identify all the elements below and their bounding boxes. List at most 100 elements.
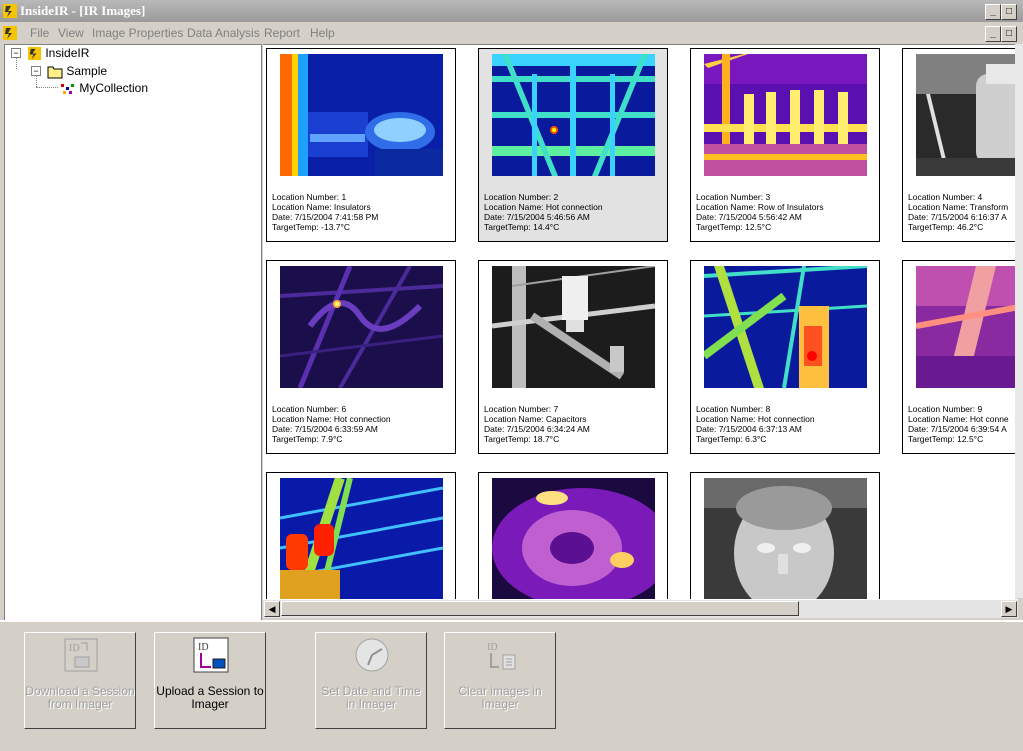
location-name: Hot connection xyxy=(545,202,603,212)
set-date-time-label: Set Date and Time in Imager xyxy=(321,684,421,711)
image-card[interactable]: Location Number: 4 Location Name: Transf… xyxy=(902,48,1015,242)
thermal-thumbnail[interactable] xyxy=(916,54,1015,176)
thermal-thumbnail[interactable] xyxy=(704,478,867,599)
image-info: Location Number: 6 Location Name: Hot co… xyxy=(272,404,391,444)
folder-icon xyxy=(47,66,63,79)
scroll-left-button[interactable]: ◀ xyxy=(264,601,280,617)
document-icon[interactable] xyxy=(2,25,18,41)
collapse-toggle-root[interactable]: − xyxy=(11,48,21,58)
location-name: Transform xyxy=(969,202,1009,212)
thermal-thumbnail[interactable] xyxy=(492,54,655,176)
clear-images-label: Clear images in Imager xyxy=(458,684,542,711)
thermal-thumbnail[interactable] xyxy=(704,54,867,176)
label-number: Location Number: xyxy=(272,192,342,202)
vertical-scrollbar[interactable] xyxy=(1015,44,1023,598)
set-date-time-button[interactable]: Set Date and Time in Imager xyxy=(315,632,427,729)
location-number: 9 xyxy=(977,404,983,414)
image-card[interactable]: Location Number: 9 Location Name: Hot co… xyxy=(902,260,1015,454)
tree-node-sample[interactable]: Sample xyxy=(47,64,107,79)
capture-date: 7/15/2004 6:39:54 A xyxy=(930,424,1007,434)
menu-image-properties[interactable]: Image Properties xyxy=(92,26,183,40)
collection-tree[interactable]: − InsideIR − Sample MyCollection xyxy=(4,44,262,621)
thermal-thumbnail[interactable] xyxy=(280,54,443,176)
target-temp: 6.3°C xyxy=(745,434,767,444)
thermal-thumbnail[interactable] xyxy=(492,266,655,388)
image-card[interactable] xyxy=(690,472,880,599)
target-temp: 7.9°C xyxy=(321,434,343,444)
location-number: 3 xyxy=(765,192,771,202)
restore-button[interactable]: □ xyxy=(1001,4,1017,20)
capture-date: 7/15/2004 7:41:58 PM xyxy=(294,212,379,222)
doc-minimize-button[interactable]: _ xyxy=(985,26,1001,42)
label-number: Location Number: xyxy=(484,192,554,202)
image-card[interactable]: Location Number: 1 Location Name: Insula… xyxy=(266,48,456,242)
clear-images-button[interactable]: ID Clear images in Imager xyxy=(444,632,556,729)
location-number: 6 xyxy=(341,404,347,414)
target-temp: 12.5°C xyxy=(957,434,984,444)
scroll-right-button[interactable]: ▶ xyxy=(1001,601,1017,617)
menu-file[interactable]: File xyxy=(30,26,49,40)
image-card[interactable]: Location Number: 3 Location Name: Row of… xyxy=(690,48,880,242)
svg-text:ID: ID xyxy=(487,642,498,653)
label-number: Location Number: xyxy=(908,404,978,414)
location-number: 1 xyxy=(341,192,347,202)
minimize-button[interactable]: _ xyxy=(985,4,1001,20)
tree-node-collection[interactable]: MyCollection xyxy=(60,81,148,96)
collapse-toggle-sample[interactable]: − xyxy=(31,66,41,76)
app-icon xyxy=(3,4,17,18)
label-temp: TargetTemp: xyxy=(484,222,534,232)
clock-icon xyxy=(355,638,389,672)
imager-action-panel: ID Download a Session from Imager ID Upl… xyxy=(0,620,1023,751)
label-temp: TargetTemp: xyxy=(696,222,746,232)
image-info: Location Number: 3 Location Name: Row of… xyxy=(696,192,824,232)
label-name: Location Name: xyxy=(696,202,758,212)
label-name: Location Name: xyxy=(908,414,970,424)
label-number: Location Number: xyxy=(696,404,766,414)
svg-text:ID: ID xyxy=(69,643,80,654)
image-info: Location Number: 4 Location Name: Transf… xyxy=(908,192,1008,232)
location-name: Hot conne xyxy=(969,414,1009,424)
label-temp: TargetTemp: xyxy=(272,434,322,444)
capture-date: 7/15/2004 6:34:24 AM xyxy=(506,424,590,434)
image-gallery: Location Number: 1 Location Name: Insula… xyxy=(263,44,1015,599)
menu-data-analysis[interactable]: Data Analysis xyxy=(187,26,260,40)
label-date: Date: xyxy=(272,212,295,222)
image-card[interactable]: Location Number: 6 Location Name: Hot co… xyxy=(266,260,456,454)
label-name: Location Name: xyxy=(908,202,970,212)
label-number: Location Number: xyxy=(908,192,978,202)
image-card[interactable] xyxy=(478,472,668,599)
capture-date: 7/15/2004 6:33:59 AM xyxy=(294,424,378,434)
label-temp: TargetTemp: xyxy=(696,434,746,444)
label-date: Date: xyxy=(696,212,719,222)
image-card[interactable] xyxy=(266,472,456,599)
image-card[interactable]: Location Number: 7 Location Name: Capaci… xyxy=(478,260,668,454)
label-name: Location Name: xyxy=(272,414,334,424)
menu-view[interactable]: View xyxy=(58,26,84,40)
label-number: Location Number: xyxy=(696,192,766,202)
label-number: Location Number: xyxy=(484,404,554,414)
download-session-button[interactable]: ID Download a Session from Imager xyxy=(24,632,136,729)
tree-label-sample: Sample xyxy=(66,64,108,78)
image-info: Location Number: 7 Location Name: Capaci… xyxy=(484,404,590,444)
horizontal-scrollbar[interactable]: ◀ ▶ xyxy=(263,599,1018,618)
thermal-thumbnail[interactable] xyxy=(280,478,443,599)
thermal-thumbnail[interactable] xyxy=(492,478,655,599)
upload-session-button[interactable]: ID Upload a Session to Imager xyxy=(154,632,266,729)
doc-restore-button[interactable]: □ xyxy=(1001,26,1017,42)
image-card-selected[interactable]: Location Number: 2 Location Name: Hot co… xyxy=(478,48,668,242)
tree-node-root[interactable]: InsideIR xyxy=(27,46,89,61)
download-session-label: Download a Session from Imager xyxy=(25,684,135,711)
thermal-thumbnail[interactable] xyxy=(916,266,1015,388)
image-card[interactable]: Location Number: 8 Location Name: Hot co… xyxy=(690,260,880,454)
tree-connector xyxy=(16,57,17,69)
location-number: 2 xyxy=(553,192,559,202)
thermal-thumbnail[interactable] xyxy=(280,266,443,388)
scroll-thumb[interactable] xyxy=(281,601,799,616)
upload-icon: ID xyxy=(193,637,229,673)
label-name: Location Name: xyxy=(484,202,546,212)
menu-report[interactable]: Report xyxy=(264,26,300,40)
thermal-thumbnail[interactable] xyxy=(704,266,867,388)
app-icon xyxy=(27,47,42,61)
menu-help[interactable]: Help xyxy=(310,26,335,40)
upload-session-label: Upload a Session to Imager xyxy=(156,684,264,711)
